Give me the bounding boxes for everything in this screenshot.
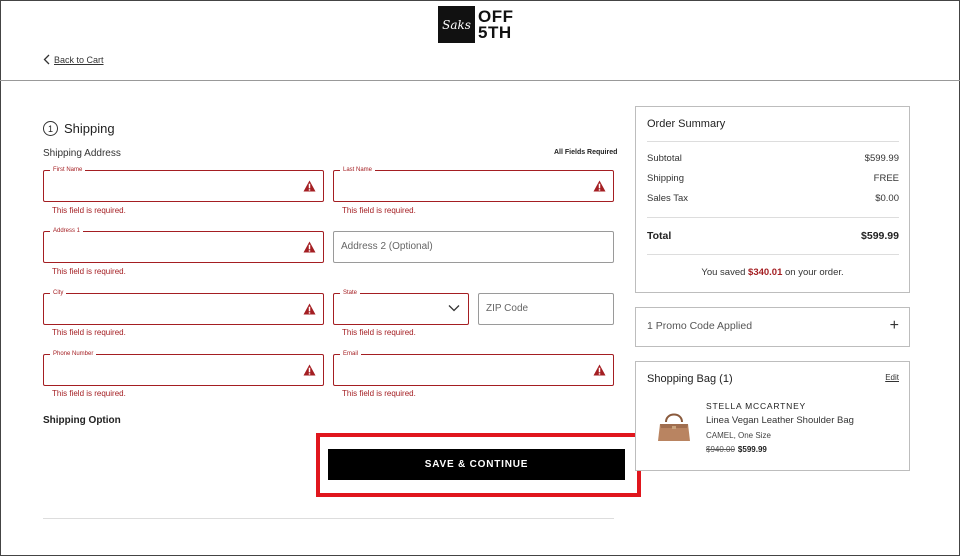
email-field[interactable]: Email — [333, 350, 614, 386]
order-summary-card: Order Summary Subtotal $599.99 Shipping … — [635, 106, 910, 293]
address-2-field[interactable]: Address 2 (Optional) — [333, 231, 614, 263]
subtotal-value: $599.99 — [864, 153, 899, 164]
state-error: This field is required. — [342, 328, 416, 337]
city-error: This field is required. — [52, 328, 126, 337]
shipping-row: Shipping FREE — [647, 173, 899, 184]
sales-tax-row: Sales Tax $0.00 — [647, 193, 899, 204]
address-1-error: This field is required. — [52, 267, 126, 276]
zip-code-field[interactable]: ZIP Code — [478, 293, 614, 325]
shipping-cost-label: Shipping — [647, 173, 684, 184]
savings-amount: $340.01 — [748, 267, 783, 278]
shopping-bag-card: Shopping Bag (1) Edit STELLA MCCARTNEY L… — [635, 361, 910, 471]
sale-price: $599.99 — [737, 445, 767, 454]
warning-icon — [303, 303, 316, 315]
subtotal-label: Subtotal — [647, 153, 682, 164]
summary-divider — [647, 217, 899, 218]
zip-code-placeholder: ZIP Code — [486, 303, 529, 314]
state-label: State — [340, 289, 361, 298]
total-label: Total — [647, 230, 672, 242]
product-variant: CAMEL, One Size — [706, 431, 771, 440]
plus-icon[interactable]: + — [890, 318, 899, 334]
last-name-error: This field is required. — [342, 206, 416, 215]
original-price: $940.00 — [706, 445, 735, 454]
warning-icon — [303, 364, 316, 376]
chevron-left-icon — [43, 54, 50, 65]
total-row: Total $599.99 — [647, 230, 899, 242]
shipping-step-heading: 1 Shipping — [43, 121, 115, 136]
last-name-label: Last Name — [340, 166, 376, 175]
phone-number-field[interactable]: Phone Number — [43, 350, 324, 386]
summary-divider — [647, 141, 899, 142]
sales-tax-label: Sales Tax — [647, 193, 689, 204]
address-1-field[interactable]: Address 1 — [43, 227, 324, 263]
back-to-cart-label: Back to Cart — [54, 54, 104, 65]
section-divider — [43, 518, 614, 519]
chevron-down-icon — [448, 305, 460, 312]
warning-icon — [593, 180, 606, 192]
savings-message: You saved $340.01 on your order. — [636, 267, 909, 278]
email-label: Email — [340, 350, 362, 359]
save-and-continue-button[interactable]: SAVE & CONTINUE — [328, 449, 625, 480]
shipping-title: Shipping — [64, 121, 115, 136]
shipping-cost-value: FREE — [873, 173, 899, 184]
email-error: This field is required. — [342, 389, 416, 398]
phone-number-error: This field is required. — [52, 389, 126, 398]
order-summary-title: Order Summary — [647, 118, 726, 130]
product-thumbnail[interactable] — [656, 408, 692, 444]
city-label: City — [50, 289, 67, 298]
first-name-error: This field is required. — [52, 206, 126, 215]
shipping-address-label: Shipping Address — [43, 148, 121, 159]
header-divider — [0, 80, 960, 81]
savings-suffix: on your order. — [782, 267, 844, 278]
address-2-placeholder: Address 2 (Optional) — [341, 241, 433, 252]
savings-prefix: You saved — [701, 267, 749, 278]
warning-icon — [303, 241, 316, 253]
city-field[interactable]: City — [43, 289, 324, 325]
sales-tax-value: $0.00 — [875, 193, 899, 204]
logo-line-2: 5TH — [478, 22, 512, 42]
product-name[interactable]: Linea Vegan Leather Shoulder Bag — [706, 415, 854, 426]
first-name-field[interactable]: First Name — [43, 166, 324, 202]
promo-code-label: 1 Promo Code Applied — [647, 320, 753, 332]
shopping-bag-title: Shopping Bag (1) — [647, 373, 733, 385]
address-1-label: Address 1 — [50, 227, 84, 236]
subtotal-row: Subtotal $599.99 — [647, 153, 899, 164]
all-fields-required-note: All Fields Required — [554, 149, 618, 156]
last-name-field[interactable]: Last Name — [333, 166, 614, 202]
back-to-cart-link[interactable]: Back to Cart — [43, 54, 104, 65]
warning-icon — [593, 364, 606, 376]
logo-text: OFF 5TH — [478, 8, 514, 42]
product-brand: STELLA MCCARTNEY — [706, 401, 807, 411]
product-price: $940.00 $599.99 — [706, 445, 767, 454]
promo-code-panel[interactable]: 1 Promo Code Applied + — [635, 307, 910, 347]
shipping-option-heading: Shipping Option — [43, 415, 121, 426]
edit-bag-link[interactable]: Edit — [885, 373, 899, 382]
phone-number-label: Phone Number — [50, 350, 97, 359]
summary-divider — [647, 254, 899, 255]
warning-icon — [303, 180, 316, 192]
first-name-label: First Name — [50, 166, 86, 175]
state-select[interactable]: State — [333, 289, 469, 325]
step-number-badge: 1 — [43, 121, 58, 136]
saks-off-5th-logo[interactable]: Saks OFF 5TH — [438, 6, 514, 43]
logo-mark: Saks — [438, 6, 475, 43]
total-value: $599.99 — [861, 230, 899, 242]
